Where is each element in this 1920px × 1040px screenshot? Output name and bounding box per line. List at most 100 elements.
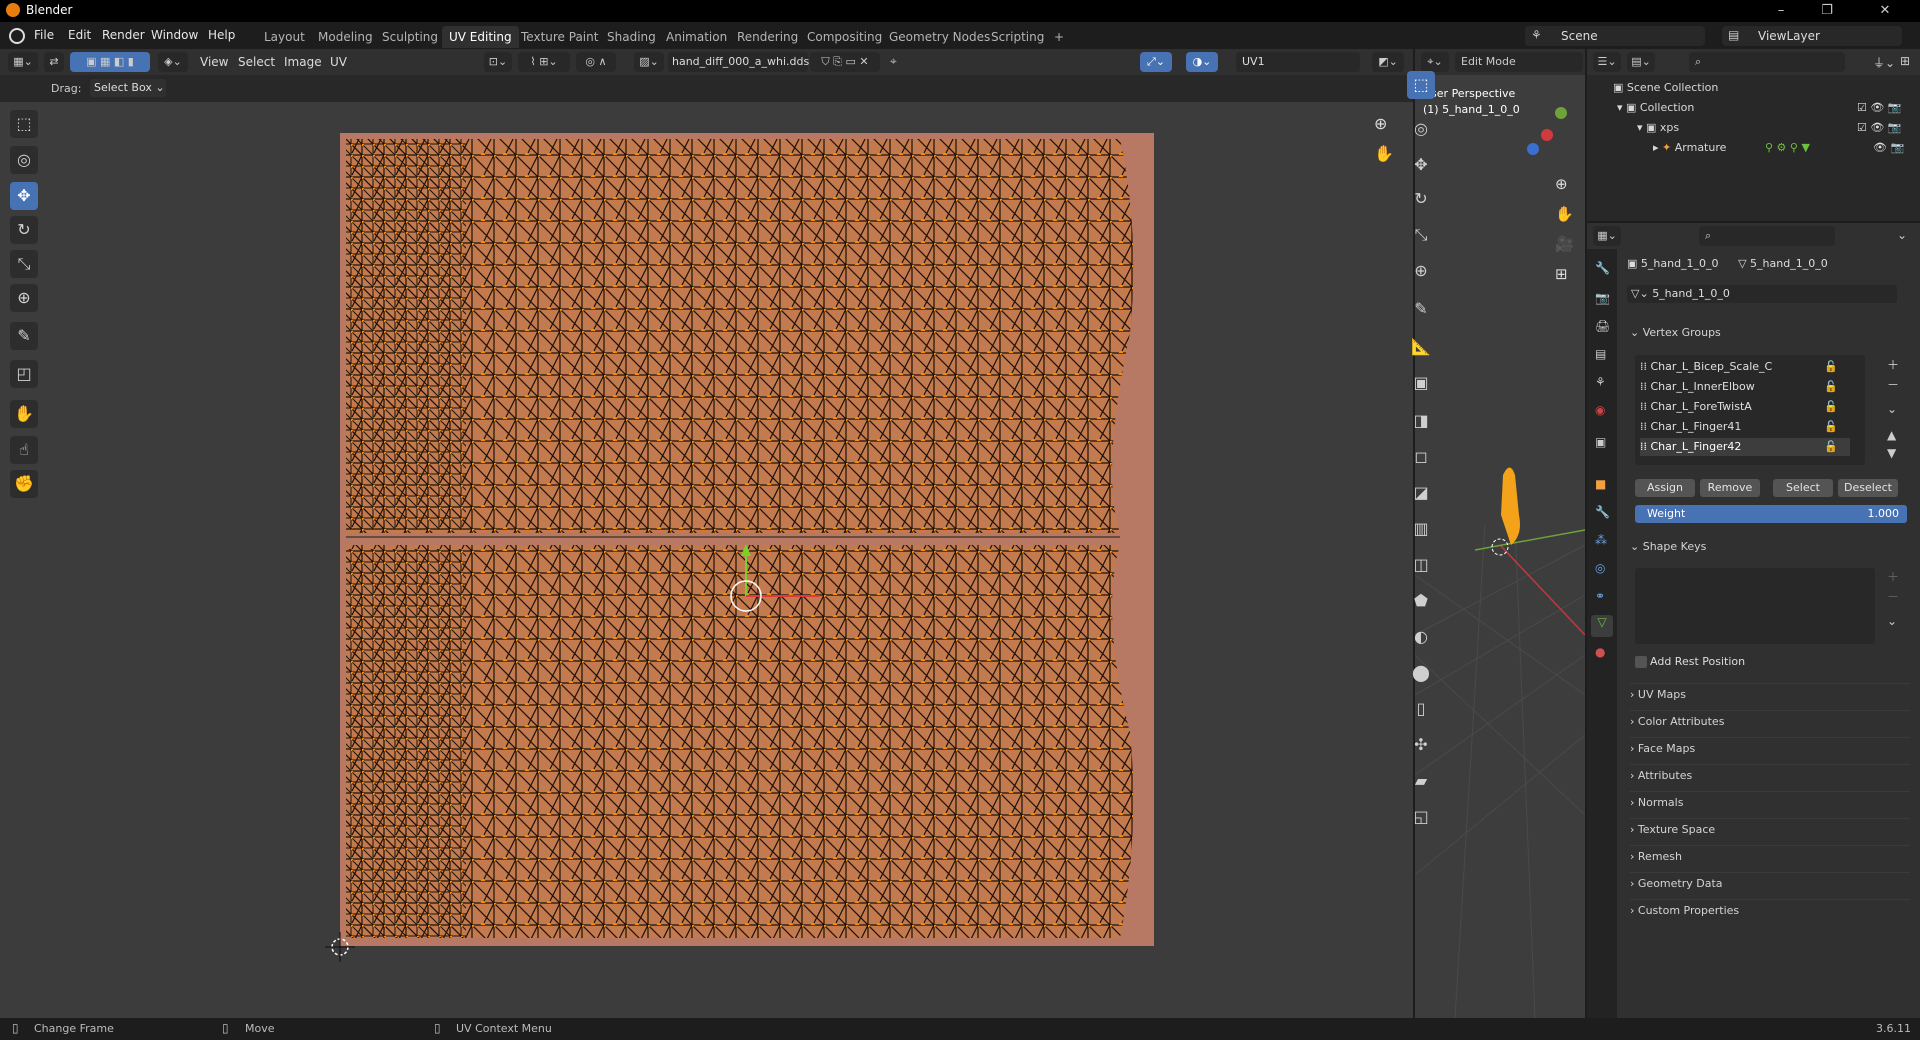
vp-polybuild-tool-icon[interactable]: ⬟ <box>1407 587 1435 615</box>
add-workspace-button[interactable]: + <box>1047 26 1071 48</box>
tab-geometry-nodes[interactable]: Geometry Nodes <box>882 26 997 48</box>
3d-viewport[interactable]: User Perspective (1) 5_hand_1_0_0 ⬚ ◎ ✥ … <box>1407 71 1585 1018</box>
vp-spin-tool-icon[interactable]: ◐ <box>1407 623 1435 651</box>
grab-tool-icon[interactable]: ✋ <box>10 400 38 428</box>
uv-texture-layout[interactable] <box>340 133 1154 946</box>
scale-tool-icon[interactable]: ⤡ <box>10 250 38 278</box>
vp-extrude-tool-icon[interactable]: ◨ <box>1407 407 1435 435</box>
tab-scripting[interactable]: Scripting <box>984 26 1051 48</box>
select-button[interactable]: Select <box>1773 479 1833 497</box>
scene-collection-row[interactable]: ▣ Scene Collection <box>1613 81 1718 94</box>
remove-button[interactable]: Remove <box>1700 479 1760 497</box>
vp-scale-tool-icon[interactable]: ⤡ <box>1407 221 1435 249</box>
vp-transform-tool-icon[interactable]: ⊕ <box>1407 257 1435 285</box>
vp-add-cube-tool-icon[interactable]: ▣ <box>1407 369 1435 397</box>
menu-view[interactable]: View <box>200 55 228 69</box>
overlay-icon[interactable]: ◑⌄ <box>1186 52 1218 72</box>
remesh-section[interactable]: › Remesh <box>1630 845 1910 868</box>
vp-loopcut-tool-icon[interactable]: ▥ <box>1407 515 1435 543</box>
proportional-edit-icon[interactable]: ◎ ∧ <box>576 52 616 72</box>
expand-icon[interactable]: ▾ <box>1617 101 1626 114</box>
lock-icon[interactable]: 🔓 <box>1824 418 1838 436</box>
tab-uv-editing[interactable]: UV Editing <box>442 26 519 48</box>
render-tab-icon[interactable]: 📷 <box>1595 291 1610 305</box>
sync-selection-icon[interactable]: ⇄ <box>44 52 64 72</box>
cursor-tool-icon[interactable]: ◎ <box>10 146 38 174</box>
vertex-group-item[interactable]: ⁞⁞ Char_L_ForeTwistA 🔓 <box>1640 398 1850 416</box>
viewport-editor-type-icon[interactable]: ⌖⌄ <box>1421 52 1449 72</box>
select-box-tool-icon[interactable]: ⬚ <box>10 110 38 138</box>
vp-select-tool-icon[interactable]: ⬚ <box>1407 71 1435 99</box>
tab-shading[interactable]: Shading <box>600 26 663 48</box>
attributes-section[interactable]: › Attributes <box>1630 764 1910 787</box>
tab-compositing[interactable]: Compositing <box>800 26 889 48</box>
collection-visibility-icons[interactable]: ☑ 👁 📷 <box>1857 101 1902 114</box>
vp-measure-tool-icon[interactable]: 📐 <box>1407 333 1435 361</box>
add-rest-position-checkbox[interactable] <box>1635 656 1647 668</box>
tab-layout[interactable]: Layout <box>257 26 312 48</box>
uv-editor-canvas[interactable]: ⊕ ✋ <box>0 102 1413 1018</box>
vp-shrink-tool-icon[interactable]: ✣ <box>1407 731 1435 759</box>
lock-icon[interactable]: 🔓 <box>1824 378 1838 396</box>
menu-window[interactable]: Window <box>151 28 198 42</box>
tab-sculpting[interactable]: Sculpting <box>375 26 445 48</box>
image-actions[interactable]: ⛉ ⎘ ▭ ✕ <box>810 52 880 72</box>
vp-pan-icon[interactable]: ✋ <box>1555 205 1574 223</box>
add-shape-key-icon[interactable]: ＋ <box>1887 568 1899 585</box>
world-tab-icon[interactable]: ◉ <box>1595 403 1605 417</box>
view-layer-tab-icon[interactable]: ▤ <box>1595 347 1606 361</box>
uv-2d-cursor-icon[interactable] <box>325 932 355 962</box>
pivot-icon[interactable]: ⊡⌄ <box>484 52 512 72</box>
snap-icon[interactable]: ⌇ ⊞⌄ <box>518 52 570 72</box>
assign-button[interactable]: Assign <box>1635 479 1695 497</box>
object-tab-icon[interactable]: ■ <box>1595 477 1606 491</box>
properties-options-icon[interactable]: ⌄ <box>1897 228 1907 242</box>
tab-texture-paint[interactable]: Texture Paint <box>514 26 605 48</box>
view-layer-selector[interactable]: ▤ ViewLayer <box>1722 26 1902 46</box>
rotate-tool-icon[interactable]: ↻ <box>10 216 38 244</box>
deselect-button[interactable]: Deselect <box>1838 479 1898 497</box>
vp-bevel-tool-icon[interactable]: ◪ <box>1407 479 1435 507</box>
vp-zoom-icon[interactable]: ⊕ <box>1555 175 1568 193</box>
lock-icon[interactable]: 🔓 <box>1824 358 1838 376</box>
menu-file[interactable]: File <box>34 28 54 42</box>
display-channels-icon[interactable]: ◩⌄ <box>1372 52 1404 72</box>
menu-image[interactable]: Image <box>284 55 322 69</box>
uv-map-field[interactable]: UV1 <box>1236 52 1360 72</box>
remove-shape-key-icon[interactable]: － <box>1887 588 1899 605</box>
new-collection-icon[interactable]: ⊞ <box>1900 54 1910 68</box>
outliner-editor-type-icon[interactable]: ☰⌄ <box>1593 52 1621 72</box>
pin-icon[interactable]: ⌖ <box>890 54 897 69</box>
select-mode-buttons[interactable]: ▣ ▦ ◧ ▮ <box>70 52 150 72</box>
move-up-icon[interactable]: ▲ <box>1887 428 1896 442</box>
shape-keys-header[interactable]: ⌄ Shape Keys <box>1630 536 1910 558</box>
gizmo-z-icon[interactable] <box>1527 143 1539 155</box>
move-down-icon[interactable]: ▼ <box>1887 446 1896 460</box>
sticky-select-icon[interactable]: ◈⌄ <box>158 52 188 72</box>
vp-shear-tool-icon[interactable]: ▰ <box>1407 767 1435 795</box>
face-maps-section[interactable]: › Face Maps <box>1630 737 1910 760</box>
custom-properties-section[interactable]: › Custom Properties <box>1630 899 1910 922</box>
color-attributes-section[interactable]: › Color Attributes <box>1630 710 1910 733</box>
uv-maps-section[interactable]: › UV Maps <box>1630 683 1910 706</box>
add-vertex-group-icon[interactable]: ＋ <box>1887 356 1899 373</box>
mesh-data-tab-icon[interactable]: ▽ <box>1591 615 1613 637</box>
tab-rendering[interactable]: Rendering <box>730 26 805 48</box>
vertex-group-menu-icon[interactable]: ⌄ <box>1887 402 1897 416</box>
navigation-gizmo[interactable] <box>1515 99 1575 159</box>
shape-keys-list[interactable] <box>1635 568 1875 644</box>
mode-selector[interactable]: Edit Mode <box>1455 52 1583 72</box>
display-mode-icon[interactable]: ▤⌄ <box>1627 52 1655 72</box>
gizmo-y-icon[interactable] <box>1555 107 1567 119</box>
tab-modeling[interactable]: Modeling <box>311 26 380 48</box>
maximize-icon[interactable]: ❐ <box>1804 0 1850 22</box>
uv-transform-gizmo[interactable] <box>720 542 820 642</box>
geometry-data-section[interactable]: › Geometry Data <box>1630 872 1910 895</box>
outliner-search-input[interactable]: ⌕ <box>1689 52 1845 72</box>
vp-rip-tool-icon[interactable]: ◱ <box>1407 803 1435 831</box>
tab-animation[interactable]: Animation <box>659 26 734 48</box>
vp-move-tool-icon[interactable]: ✥ <box>1407 151 1435 179</box>
shape-key-menu-icon[interactable]: ⌄ <box>1887 614 1897 628</box>
expand-icon-3[interactable]: ▸ <box>1653 141 1662 154</box>
texture-space-section[interactable]: › Texture Space <box>1630 818 1910 841</box>
